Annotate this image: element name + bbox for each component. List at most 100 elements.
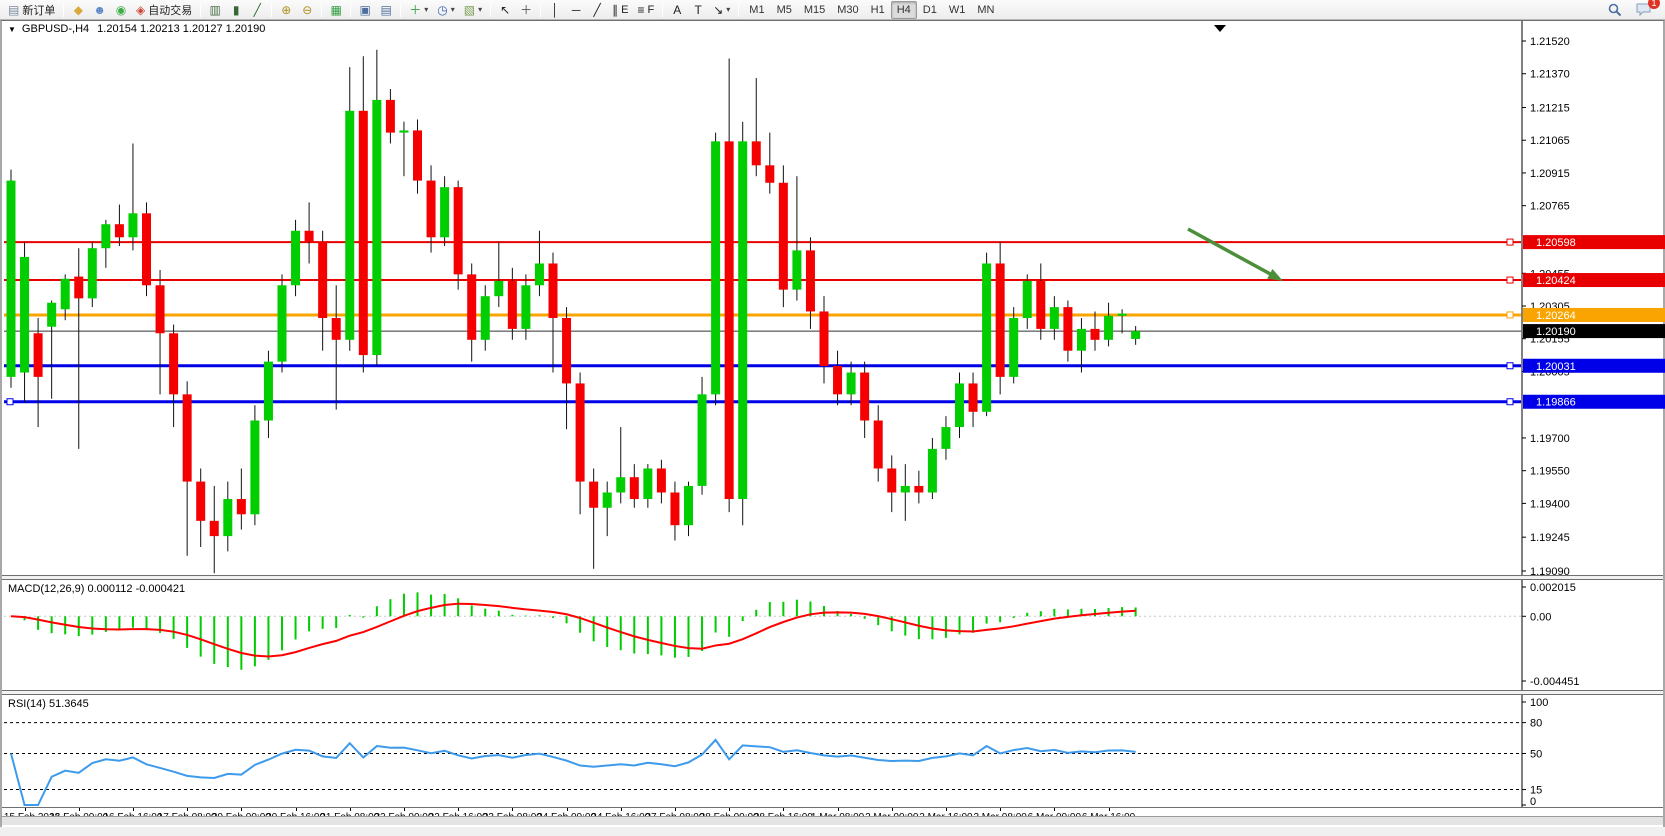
candle[interactable] [901,486,910,493]
candle[interactable] [494,281,503,296]
candle[interactable] [684,486,693,525]
candle[interactable] [1091,329,1100,340]
candle[interactable] [386,100,395,133]
candle[interactable] [725,141,734,499]
timeframe-m1-button[interactable]: M1 [743,1,770,19]
candle[interactable] [291,231,300,286]
zoom-in-button[interactable]: ⊕ [276,1,296,19]
main-chart-canvas[interactable]: 1.215201.213701.212151.210651.209151.207… [2,21,1665,575]
candle[interactable] [47,303,56,327]
text-label-button[interactable]: T [688,1,708,19]
candle[interactable] [562,318,571,383]
hline-support-2[interactable]: 1.19866 [4,395,1665,409]
chart-shift-marker-icon[interactable] [1214,25,1226,32]
candle[interactable] [74,277,83,299]
arrows-button[interactable]: ↘▾ [709,1,734,19]
candle[interactable] [1118,314,1127,316]
candle[interactable] [88,248,97,298]
candle[interactable] [481,296,490,340]
tile-windows-button[interactable]: ▣ [355,1,375,19]
indicators-button[interactable]: ▦ [326,1,346,19]
candle[interactable] [1050,307,1059,329]
timeframe-w1-button[interactable]: W1 [943,1,972,19]
candle[interactable] [576,383,585,481]
candle[interactable] [874,421,883,469]
candle[interactable] [860,373,869,421]
candle[interactable] [34,333,43,377]
candle[interactable] [549,263,558,318]
candle[interactable] [670,492,679,525]
candle[interactable] [399,130,408,132]
candle[interactable] [332,318,341,340]
templates-button[interactable]: ▧▾ [460,1,486,19]
chart-objects-button[interactable]: ◆ [68,1,88,19]
price-axis[interactable]: 1.215201.213701.212151.210651.209151.207… [1522,36,1570,575]
trendline-button[interactable]: ╱ [587,1,607,19]
hline-button[interactable]: ─ [566,1,586,19]
candle[interactable] [643,468,652,499]
candle[interactable] [603,492,612,507]
candle[interactable] [914,486,923,493]
hline-pivot-orange[interactable]: 1.20264 [4,308,1665,322]
candle[interactable] [183,394,192,481]
candle-chart-button[interactable]: ▮ [226,1,246,19]
notifications-button[interactable]: 1 [1632,1,1655,19]
candle[interactable] [250,421,259,515]
candle[interactable] [156,285,165,333]
candle[interactable] [467,274,476,339]
profile-button[interactable]: ☻ [89,1,110,19]
candle[interactable] [372,100,381,355]
autotrading-button[interactable]: ◈自动交易 [132,1,196,19]
candle[interactable] [7,181,16,377]
signals-button[interactable]: ◉ [111,1,131,19]
candle[interactable] [345,111,354,340]
candle[interactable] [454,187,463,274]
candle[interactable] [982,263,991,411]
candle[interactable] [792,250,801,289]
crosshair-button[interactable]: ＋ [516,1,536,19]
candle[interactable] [20,257,29,373]
candle[interactable] [61,279,70,310]
candles[interactable] [7,50,1141,573]
candle[interactable] [955,383,964,427]
candle[interactable] [1104,316,1113,340]
candle[interactable] [359,111,368,355]
candle[interactable] [1009,318,1018,377]
new-chart-button[interactable]: ＋▾ [405,1,432,19]
candle[interactable] [237,499,246,514]
candle[interactable] [1023,281,1032,318]
search-button[interactable] [1604,1,1626,19]
candle[interactable] [941,427,950,449]
candle[interactable] [318,242,327,318]
candle[interactable] [1131,331,1140,339]
period-button[interactable]: ◷▾ [433,1,459,19]
candle[interactable] [196,482,205,521]
candle[interactable] [427,181,436,238]
vline-button[interactable]: │ [545,1,565,19]
candle[interactable] [752,141,761,165]
candle[interactable] [1063,307,1072,351]
hline-resistance-2[interactable]: 1.20424 [4,273,1665,287]
fibonacci-button[interactable]: ≡F [633,1,658,19]
line-chart-button[interactable]: ╱ [247,1,267,19]
candle[interactable] [630,477,639,499]
candle[interactable] [657,468,666,492]
candle[interactable] [887,468,896,492]
candle[interactable] [833,366,842,394]
candle[interactable] [142,213,151,285]
candle[interactable] [535,263,544,285]
candle[interactable] [128,213,137,237]
timeframe-m30-button[interactable]: M30 [831,1,864,19]
candle[interactable] [210,521,219,536]
candle[interactable] [1036,281,1045,329]
timeframe-m15-button[interactable]: M15 [798,1,831,19]
candle[interactable] [698,394,707,486]
candle[interactable] [1077,329,1086,351]
rsi-canvas[interactable]: 1008050150 [2,695,1665,807]
candle[interactable] [169,333,178,394]
timeframe-mn-button[interactable]: MN [971,1,1000,19]
candle[interactable] [115,224,124,237]
timeframe-m5-button[interactable]: M5 [771,1,798,19]
text-button[interactable]: A [667,1,687,19]
candle[interactable] [779,183,788,290]
